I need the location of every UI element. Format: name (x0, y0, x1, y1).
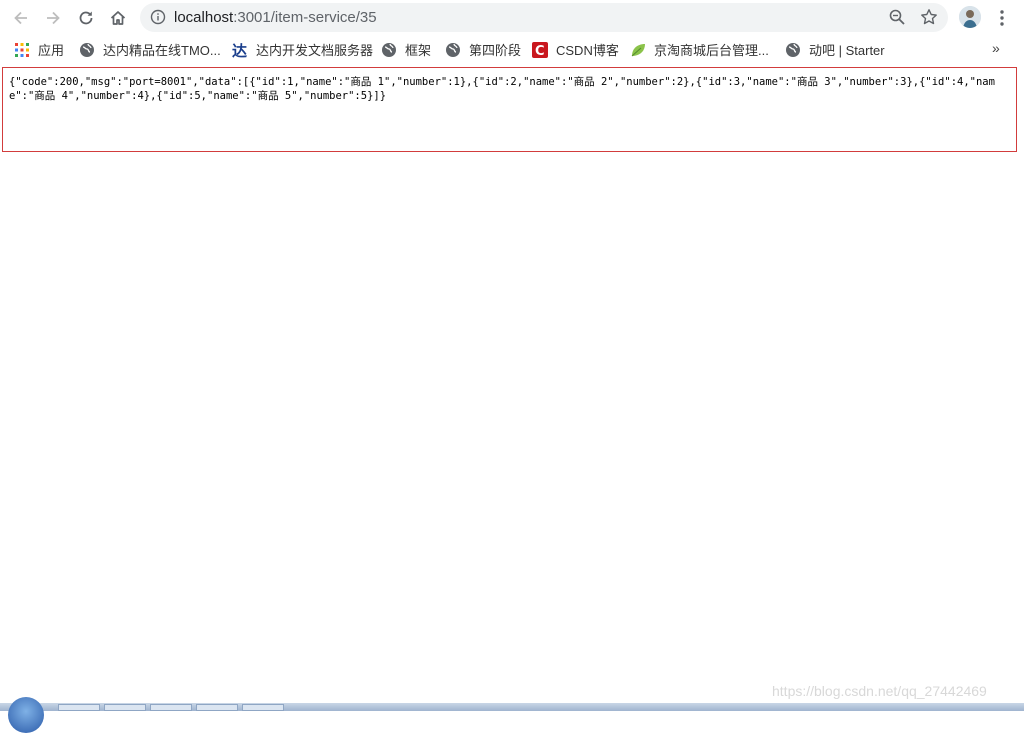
avatar-icon (959, 6, 981, 28)
info-icon[interactable] (150, 9, 166, 25)
bookmark-label: 应用 (38, 43, 65, 58)
tarena-logo-icon: 达 (232, 42, 247, 58)
bookmark-label: 动吧 | Starter (809, 43, 885, 58)
browser-menu-button[interactable] (994, 7, 1010, 29)
taskbar-button[interactable] (104, 704, 146, 711)
bookmark-dongba-starter[interactable]: 动吧 | Starter (785, 35, 885, 64)
kebab-menu-icon (1000, 10, 1004, 26)
back-button[interactable] (9, 6, 33, 30)
url-text[interactable]: localhost:3001/item-service/35 (174, 3, 377, 32)
json-response-box: {"code":200,"msg":"port=8001","data":[{"… (2, 67, 1017, 152)
globe-icon (446, 42, 460, 57)
address-bar[interactable]: localhost:3001/item-service/35 (140, 3, 948, 32)
home-button[interactable] (106, 6, 130, 30)
bookmark-label: 京淘商城后台管理... (654, 43, 769, 58)
leaf-icon (631, 43, 645, 56)
bookmarks-overflow-button[interactable]: » (992, 40, 1000, 56)
json-response-text: {"code":200,"msg":"port=8001","data":[{"… (9, 76, 995, 102)
csdn-logo-icon: C (532, 41, 548, 58)
bookmark-csdn[interactable]: C CSDN博客 (532, 35, 619, 64)
url-host: localhost (174, 9, 234, 26)
star-icon[interactable] (920, 8, 938, 26)
taskbar-button[interactable] (196, 704, 238, 711)
svg-text:达: 达 (232, 42, 247, 58)
zoom-icon[interactable] (888, 8, 906, 26)
globe-icon (786, 42, 800, 57)
reload-icon (79, 11, 93, 25)
bookmark-label: 达内开发文档服务器 (256, 43, 374, 58)
watermark-text: https://blog.csdn.net/qq_27442469 (772, 683, 987, 699)
bookmark-tarena-docs[interactable]: 达 达内开发文档服务器 (232, 35, 373, 64)
bookmark-apps[interactable]: 应用 (14, 35, 64, 64)
profile-avatar[interactable] (959, 6, 981, 28)
globe-icon (382, 42, 396, 57)
bookmark-stage-four[interactable]: 第四阶段 (445, 35, 521, 64)
bookmark-label: 第四阶段 (469, 43, 522, 58)
apps-grid-icon (15, 42, 29, 57)
globe-icon (80, 42, 94, 57)
browser-toolbar: localhost:3001/item-service/35 (0, 0, 1024, 35)
taskbar-button[interactable] (242, 704, 284, 711)
home-icon (110, 11, 126, 25)
bookmark-jingtao-admin[interactable]: 京淘商城后台管理... (630, 35, 769, 64)
back-arrow-icon (14, 11, 27, 25)
bookmark-frameworks[interactable]: 框架 (381, 35, 431, 64)
forward-arrow-icon (47, 11, 60, 25)
bookmark-label: 框架 (405, 43, 432, 58)
url-path: :3001/item-service/35 (233, 9, 377, 26)
start-button[interactable] (8, 697, 44, 733)
bookmarks-bar: 应用 达内精品在线TMO... 达 达内开发文档服务器 框架 第四阶段 C CS… (0, 35, 1024, 64)
reload-button[interactable] (74, 6, 98, 30)
bookmark-label: CSDN博客 (556, 43, 619, 58)
svg-text:C: C (535, 44, 545, 58)
bookmark-label: 达内精品在线TMO... (103, 43, 221, 58)
taskbar-button[interactable] (58, 704, 100, 711)
bookmark-tmooc[interactable]: 达内精品在线TMO... (79, 35, 221, 64)
taskbar-button[interactable] (150, 704, 192, 711)
forward-button[interactable] (41, 6, 65, 30)
